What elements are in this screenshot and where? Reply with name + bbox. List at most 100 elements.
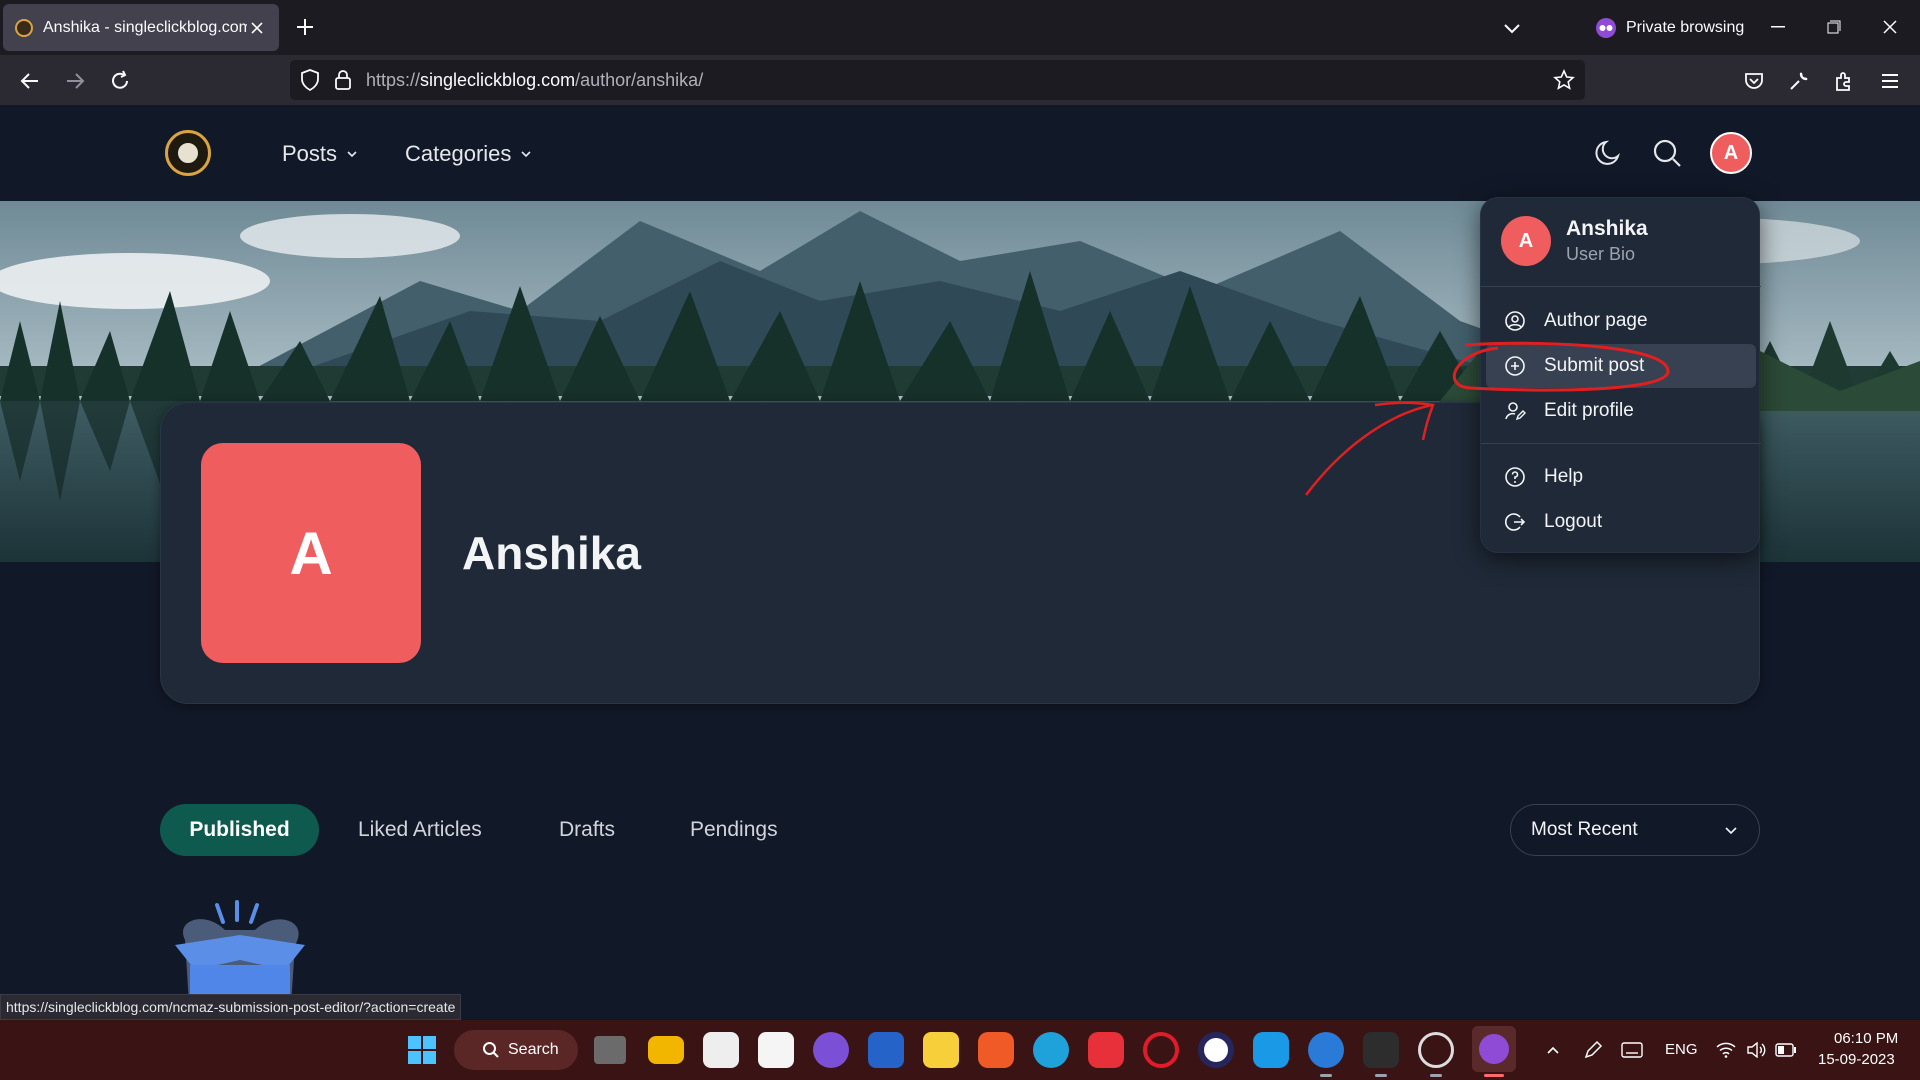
search-icon[interactable] bbox=[1649, 135, 1685, 171]
user-dropdown-menu: A Anshika User Bio Author page Submit po… bbox=[1480, 197, 1761, 553]
battery-icon[interactable] bbox=[1768, 1032, 1804, 1068]
nav-posts-label: Posts bbox=[282, 141, 338, 166]
edge-browser-icon[interactable] bbox=[1033, 1032, 1069, 1068]
nav-categories-label: Categories bbox=[405, 141, 512, 166]
nav-categories[interactable]: Categories bbox=[405, 141, 533, 167]
tab-drafts[interactable]: Drafts bbox=[559, 804, 615, 856]
taskbar-search-label: Search bbox=[508, 1041, 559, 1058]
menu-item-logout[interactable]: Logout bbox=[1486, 500, 1756, 544]
lock-icon[interactable] bbox=[334, 69, 352, 91]
app-icon[interactable] bbox=[1253, 1032, 1289, 1068]
user-avatar-button[interactable]: A bbox=[1710, 132, 1752, 174]
menu-item-author-page[interactable]: Author page bbox=[1486, 299, 1756, 343]
help-circle-icon bbox=[1505, 467, 1525, 487]
forward-arrow-icon[interactable] bbox=[61, 67, 89, 95]
browser-nav-bar: https://singleclickblog.com/author/anshi… bbox=[0, 55, 1920, 105]
dropdown-avatar: A bbox=[1501, 216, 1551, 266]
menu-item-edit-profile[interactable]: Edit profile bbox=[1486, 389, 1756, 433]
tracking-shield-icon[interactable] bbox=[300, 69, 320, 91]
running-indicator bbox=[1320, 1074, 1332, 1077]
search-icon bbox=[483, 1042, 499, 1058]
tray-expand-chevron-icon[interactable] bbox=[1535, 1032, 1571, 1068]
app-icon[interactable] bbox=[1363, 1032, 1399, 1068]
dropdown-user-name: Anshika bbox=[1566, 217, 1648, 240]
dark-mode-moon-icon[interactable] bbox=[1590, 135, 1626, 171]
taskbar-search[interactable]: Search bbox=[454, 1030, 578, 1070]
close-window-icon[interactable] bbox=[1877, 14, 1903, 40]
brave-browser-icon[interactable] bbox=[978, 1032, 1014, 1068]
menu-item-label: Submit post bbox=[1544, 355, 1645, 376]
bookmark-star-icon[interactable] bbox=[1553, 69, 1575, 91]
keyboard-icon[interactable] bbox=[1614, 1032, 1650, 1068]
firefox-icon[interactable] bbox=[1308, 1032, 1344, 1068]
chatgpt-icon[interactable] bbox=[1418, 1032, 1454, 1068]
opera-gx-icon[interactable] bbox=[1198, 1032, 1234, 1068]
plus-circle-icon bbox=[1505, 356, 1525, 376]
task-view-icon[interactable] bbox=[594, 1036, 626, 1064]
firefox-private-active-icon[interactable] bbox=[1472, 1026, 1516, 1072]
tab-pendings[interactable]: Pendings bbox=[690, 804, 778, 856]
menu-item-submit-post[interactable]: Submit post bbox=[1486, 344, 1756, 388]
chevron-down-icon bbox=[1725, 827, 1737, 835]
url-text: https://singleclickblog.com/author/anshi… bbox=[366, 70, 704, 90]
user-circle-icon bbox=[1505, 311, 1525, 331]
browser-tab-bar: Anshika - singleclickblog.com Private br… bbox=[0, 0, 1920, 55]
vivaldi-browser-icon[interactable] bbox=[1088, 1032, 1124, 1068]
dropdown-user-bio: User Bio bbox=[1566, 244, 1636, 264]
menu-item-label: Edit profile bbox=[1544, 400, 1634, 421]
tab-title: Anshika - singleclickblog.com bbox=[43, 18, 247, 36]
tab-liked-articles[interactable]: Liked Articles bbox=[358, 804, 482, 856]
site-favicon-icon bbox=[15, 18, 33, 37]
clock-date[interactable]: 15-09-2023 bbox=[1818, 1051, 1895, 1068]
chevron-down-icon bbox=[347, 151, 357, 158]
menu-item-label: Author page bbox=[1544, 310, 1648, 331]
menu-item-label: Logout bbox=[1544, 511, 1603, 532]
restore-window-icon[interactable] bbox=[1821, 14, 1847, 40]
minimize-window-icon[interactable] bbox=[1765, 14, 1791, 40]
windows-taskbar: Search ENG 06:10 PM 15-09-2023 bbox=[0, 1020, 1920, 1080]
menu-item-label: Help bbox=[1544, 466, 1584, 487]
sort-selected-value: Most Recent bbox=[1531, 819, 1638, 840]
divider bbox=[1481, 443, 1761, 444]
microsoft-store-icon[interactable] bbox=[703, 1032, 739, 1068]
extensions-icon[interactable] bbox=[1830, 67, 1858, 95]
file-explorer-icon[interactable] bbox=[648, 1036, 684, 1064]
link-status-bar: https://singleclickblog.com/ncmaz-submis… bbox=[0, 994, 462, 1020]
chevron-down-icon bbox=[521, 151, 531, 158]
pen-icon[interactable] bbox=[1575, 1032, 1611, 1068]
menu-item-help[interactable]: Help bbox=[1486, 455, 1756, 499]
opera-browser-icon[interactable] bbox=[1143, 1032, 1179, 1068]
author-avatar: A bbox=[201, 443, 421, 663]
wrench-icon[interactable] bbox=[1785, 67, 1813, 95]
private-browsing-indicator: Private browsing bbox=[1596, 14, 1744, 42]
sort-select[interactable]: Most Recent bbox=[1510, 804, 1760, 856]
running-indicator bbox=[1430, 1074, 1442, 1077]
nav-posts[interactable]: Posts bbox=[282, 141, 359, 167]
user-edit-icon bbox=[1505, 402, 1526, 421]
author-name: Anshika bbox=[462, 527, 641, 579]
tab-published[interactable]: Published bbox=[160, 804, 319, 856]
address-bar[interactable]: https://singleclickblog.com/author/anshi… bbox=[290, 60, 1585, 100]
media-player-icon[interactable] bbox=[923, 1032, 959, 1068]
site-logo[interactable] bbox=[165, 130, 211, 176]
logout-icon bbox=[1505, 513, 1526, 531]
hamburger-menu-icon[interactable] bbox=[1876, 67, 1904, 95]
new-tab-icon[interactable] bbox=[292, 14, 318, 40]
close-tab-icon[interactable] bbox=[247, 18, 267, 38]
running-indicator bbox=[1375, 1074, 1387, 1077]
divider bbox=[1481, 286, 1761, 287]
clock-time[interactable]: 06:10 PM bbox=[1834, 1030, 1898, 1047]
back-arrow-icon[interactable] bbox=[16, 67, 44, 95]
list-all-tabs-icon[interactable] bbox=[1500, 16, 1524, 40]
reload-icon[interactable] bbox=[106, 67, 134, 95]
app-icon[interactable] bbox=[813, 1032, 849, 1068]
app-icon[interactable] bbox=[758, 1032, 794, 1068]
windows-start-icon[interactable] bbox=[404, 1032, 440, 1068]
pocket-icon[interactable] bbox=[1740, 67, 1768, 95]
browser-tab-active[interactable]: Anshika - singleclickblog.com bbox=[3, 4, 279, 51]
running-indicator bbox=[1484, 1074, 1504, 1077]
site-header: Posts Categories A bbox=[0, 105, 1920, 201]
webstorm-icon[interactable] bbox=[868, 1032, 904, 1068]
language-indicator[interactable]: ENG bbox=[1665, 1041, 1698, 1058]
private-mask-icon bbox=[1596, 18, 1616, 38]
